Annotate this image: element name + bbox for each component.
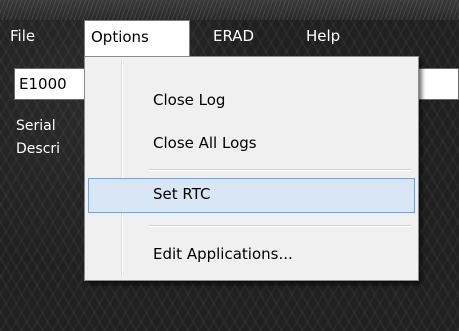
menu-options[interactable]: Options — [84, 20, 190, 57]
menu-item-set-rtc[interactable]: Set RTC — [88, 178, 415, 213]
menu-erad[interactable]: ERAD — [213, 25, 254, 47]
menu-file[interactable]: File — [10, 25, 35, 47]
menu-item-close-all-logs-label: Close All Logs — [153, 134, 257, 152]
serial-label: Serial — [16, 118, 56, 134]
menu-item-edit-applications[interactable]: Edit Applications... — [88, 238, 415, 271]
app-window: File Options ERAD Help E1000 Serial Desc… — [0, 0, 459, 331]
options-dropdown-menu: Close Log Close All Logs Set RTC Edit Ap… — [84, 56, 419, 281]
menu-options-label: Options — [91, 28, 149, 46]
menu-item-close-log[interactable]: Close Log — [88, 84, 415, 117]
description-label: Descri — [16, 141, 61, 157]
menu-separator — [149, 225, 411, 227]
menu-separator — [149, 169, 411, 171]
title-bar-strip — [0, 0, 459, 20]
menu-help[interactable]: Help — [306, 25, 340, 47]
menu-item-set-rtc-label: Set RTC — [153, 185, 211, 203]
menu-item-close-log-label: Close Log — [153, 91, 226, 109]
menu-item-close-all-logs[interactable]: Close All Logs — [88, 127, 415, 160]
device-id-value: E1000 — [19, 75, 67, 93]
menu-item-edit-applications-label: Edit Applications... — [153, 245, 293, 263]
